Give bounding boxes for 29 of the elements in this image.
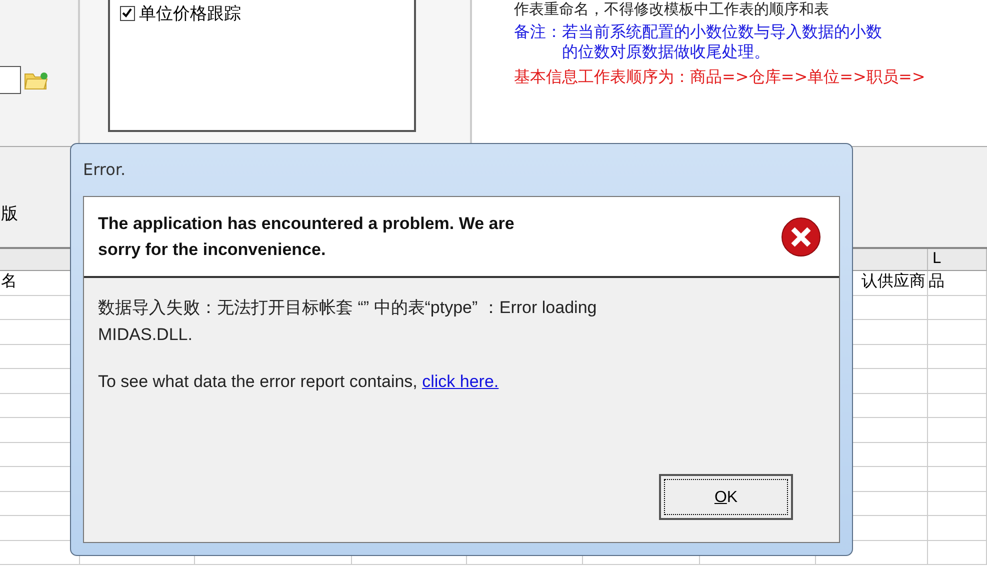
window-title: Error. <box>83 159 127 181</box>
order-note: 基本信息工作表顺序为：商品=>仓库=>单位=>职员=> <box>514 67 926 88</box>
report-link[interactable]: click here. <box>422 372 499 392</box>
report-text: To see what data the error report contains, click here. <box>98 372 500 392</box>
column-header[interactable]: L <box>928 249 987 271</box>
table-cell <box>928 467 987 492</box>
table-cell <box>928 516 987 540</box>
table-cell <box>928 418 987 442</box>
table-cell <box>928 296 987 320</box>
remark-text: 若当前系统配置的小数位数与导入数据的小数 <box>562 22 882 42</box>
checkbox[interactable] <box>120 6 135 21</box>
remark-label: 备注： <box>514 22 562 42</box>
table-cell <box>928 540 987 565</box>
table-cell <box>928 492 987 516</box>
error-icon <box>781 216 821 256</box>
table-cell <box>928 442 987 467</box>
table-cell <box>928 344 987 369</box>
table-cell: 品 <box>928 271 987 296</box>
error-headline: The application has encountered a problem. We are sorry for the inconvenience. <box>98 213 516 260</box>
ok-button[interactable]: OK <box>659 474 793 520</box>
remark-text: 的位数对原数据做收尾处理。 <box>562 42 771 64</box>
table-cell <box>928 394 987 418</box>
error-message: 数据导入失败：无法打开目标帐套 “” 中的表“ptype” ：Error loading MIDAS.DLL. <box>98 297 598 346</box>
table-cell <box>928 369 987 394</box>
note-text: 作表重命名，不得修改模板中工作表的顺序和表 <box>514 0 830 20</box>
table-cell <box>928 320 987 344</box>
option-label: 单位价格跟踪 <box>139 3 241 25</box>
toolbar-label: 版 <box>1 203 18 225</box>
path-field[interactable] <box>0 66 21 94</box>
